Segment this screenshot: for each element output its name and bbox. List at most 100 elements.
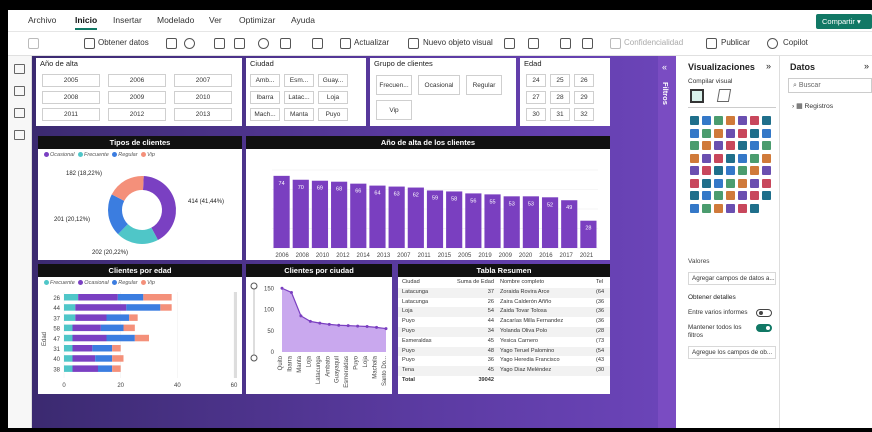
visual-type-icon[interactable] <box>762 128 771 138</box>
visual-type-icon[interactable] <box>738 191 747 200</box>
visual-type-icon[interactable] <box>738 116 747 125</box>
visual-type-icon[interactable] <box>714 203 723 213</box>
menu-optimizar[interactable]: Optimizar <box>239 15 275 25</box>
slicer-chip[interactable]: 31 <box>550 108 570 121</box>
slicer-ciudad[interactable]: Ciudad Amb... Esm... Guay... Ibarra Latac...… <box>246 58 366 126</box>
slicer-chip[interactable]: 2012 <box>108 108 166 121</box>
visual-type-icon[interactable] <box>714 116 723 125</box>
quick-measure-icon[interactable] <box>582 38 593 49</box>
visual-type-icon[interactable] <box>762 116 771 125</box>
recent-sources-icon[interactable] <box>280 38 291 49</box>
visual-type-icon[interactable] <box>702 153 711 163</box>
slicer-chip[interactable]: 2006 <box>108 74 166 87</box>
cross-report-toggle[interactable] <box>756 309 772 317</box>
visual-type-icon[interactable] <box>750 153 759 163</box>
slicer-chip[interactable]: 29 <box>574 91 594 104</box>
filters-pane-collapsed[interactable]: « Filtros <box>658 56 676 428</box>
dax-view-icon[interactable] <box>14 130 25 140</box>
slicer-chip[interactable]: Puyo <box>318 108 348 121</box>
slicer-chip[interactable]: Ibarra <box>250 91 280 104</box>
slicer-chip[interactable]: 2005 <box>42 74 100 87</box>
refresh-icon[interactable] <box>340 38 351 49</box>
visual-type-icon[interactable] <box>714 191 723 200</box>
visual-type-icon[interactable] <box>750 191 759 200</box>
onelake-icon[interactable] <box>184 38 195 49</box>
slicer-chip[interactable]: Mach... <box>250 108 280 121</box>
visual-type-icon[interactable] <box>702 178 711 188</box>
visual-type-icon[interactable] <box>750 178 759 188</box>
grupo-chip[interactable]: Frecuen... <box>376 75 412 95</box>
collapse-icon[interactable]: « <box>662 62 667 72</box>
visual-type-icon[interactable] <box>738 203 747 213</box>
slicer-chip[interactable]: 24 <box>526 74 546 87</box>
menu-modelado[interactable]: Modelado <box>157 15 194 25</box>
slicer-chip[interactable]: 26 <box>574 74 594 87</box>
visual-type-icon[interactable] <box>762 191 771 200</box>
slicer-chip[interactable]: 2007 <box>174 74 232 87</box>
transform-icon[interactable] <box>312 38 323 49</box>
copilot-icon[interactable] <box>767 38 778 49</box>
drillthrough-well[interactable]: Agregue los campos de ob... <box>688 346 776 359</box>
share-button[interactable]: Compartir ▾ <box>816 14 872 29</box>
slicer-edad[interactable]: Edad 24 25 26 27 28 29 30 31 32 <box>520 58 610 126</box>
anio-bar-chart[interactable]: 74 70 69 68 66 64 63 62 59 58 56 55 53 53 52 49 28 2006 20… <box>246 136 610 260</box>
edad-visual[interactable]: Clientes por edad Frecuente Ocasional Re… <box>38 264 242 394</box>
visual-type-icon[interactable] <box>690 166 699 175</box>
grupo-chip[interactable]: Vip <box>376 100 412 120</box>
visual-type-icon[interactable] <box>726 116 735 125</box>
slicer-chip[interactable]: 2010 <box>174 91 232 104</box>
visual-type-icon[interactable] <box>702 191 711 200</box>
menu-insertar[interactable]: Insertar <box>113 15 142 25</box>
visual-type-icon[interactable] <box>690 128 699 138</box>
visual-type-icon[interactable] <box>762 166 771 175</box>
anio-visual[interactable]: Año de alta de los clientes 74 70 69 68 66 64… <box>246 136 610 260</box>
visual-type-icon[interactable] <box>750 166 759 175</box>
build-visual-icon[interactable] <box>690 89 704 103</box>
visual-type-icon[interactable] <box>690 141 699 150</box>
visual-type-icon[interactable] <box>738 178 747 188</box>
slicer-anio[interactable]: Año de alta 2005 2006 2007 2008 2009 2010 2011… <box>36 58 242 126</box>
visual-type-icon[interactable] <box>726 166 735 175</box>
visual-type-icon[interactable] <box>738 128 747 138</box>
visual-type-icon[interactable] <box>714 128 723 138</box>
format-visual-icon[interactable] <box>716 89 732 102</box>
tipos-visual[interactable]: Tipos de clientes Ocasional Frecuente Re… <box>38 136 242 260</box>
donut-chart[interactable] <box>38 136 242 260</box>
publish-icon[interactable] <box>706 38 717 49</box>
ciudad-area-chart[interactable]: 150100500Quito Ibarra Manta Loja Latacunga Am… <box>246 264 392 394</box>
new-visual-button[interactable]: Nuevo objeto visual <box>423 38 493 47</box>
visual-type-icon[interactable] <box>762 141 771 150</box>
slicer-grupo[interactable]: Grupo de clientes Frecuen... Ocasional R… <box>370 58 516 126</box>
visual-type-icon[interactable] <box>690 191 699 200</box>
get-data-icon[interactable] <box>84 38 95 49</box>
visual-type-icon[interactable] <box>750 203 759 213</box>
visual-type-icon[interactable] <box>726 191 735 200</box>
slicer-chip[interactable]: 30 <box>526 108 546 121</box>
visual-type-icon[interactable] <box>702 203 711 213</box>
slicer-chip[interactable]: 2011 <box>42 108 100 121</box>
excel-icon[interactable] <box>166 38 177 49</box>
menu-archivo[interactable]: Archivo <box>28 15 56 25</box>
visual-type-icon[interactable] <box>750 116 759 125</box>
slicer-chip[interactable]: 32 <box>574 108 594 121</box>
report-view-icon[interactable] <box>14 64 25 74</box>
slicer-chip[interactable]: Manta <box>284 108 314 121</box>
edad-stacked-chart[interactable]: 0 20 40 60 26 44 37 58 47 31 40 38 Edad <box>38 264 242 394</box>
slicer-chip[interactable]: Esm... <box>284 74 314 87</box>
visual-type-icon[interactable] <box>714 153 723 163</box>
slicer-chip[interactable]: 27 <box>526 91 546 104</box>
visual-type-icon[interactable] <box>750 141 759 150</box>
keep-filters-toggle[interactable] <box>756 324 772 332</box>
new-visual-icon[interactable] <box>408 38 419 49</box>
visual-type-icon[interactable] <box>714 141 723 150</box>
slicer-chip[interactable]: Guay... <box>318 74 348 87</box>
expand-icon[interactable]: » <box>766 61 771 71</box>
visual-type-icon[interactable] <box>726 141 735 150</box>
text-box-icon[interactable] <box>504 38 515 49</box>
visual-type-icon[interactable] <box>714 166 723 175</box>
visual-type-icon[interactable] <box>762 153 771 163</box>
menu-inicio[interactable]: Inicio <box>75 15 98 30</box>
grupo-chip[interactable]: Ocasional <box>418 75 460 95</box>
slicer-chip[interactable]: 2008 <box>42 91 100 104</box>
dataverse-icon[interactable] <box>258 38 269 49</box>
